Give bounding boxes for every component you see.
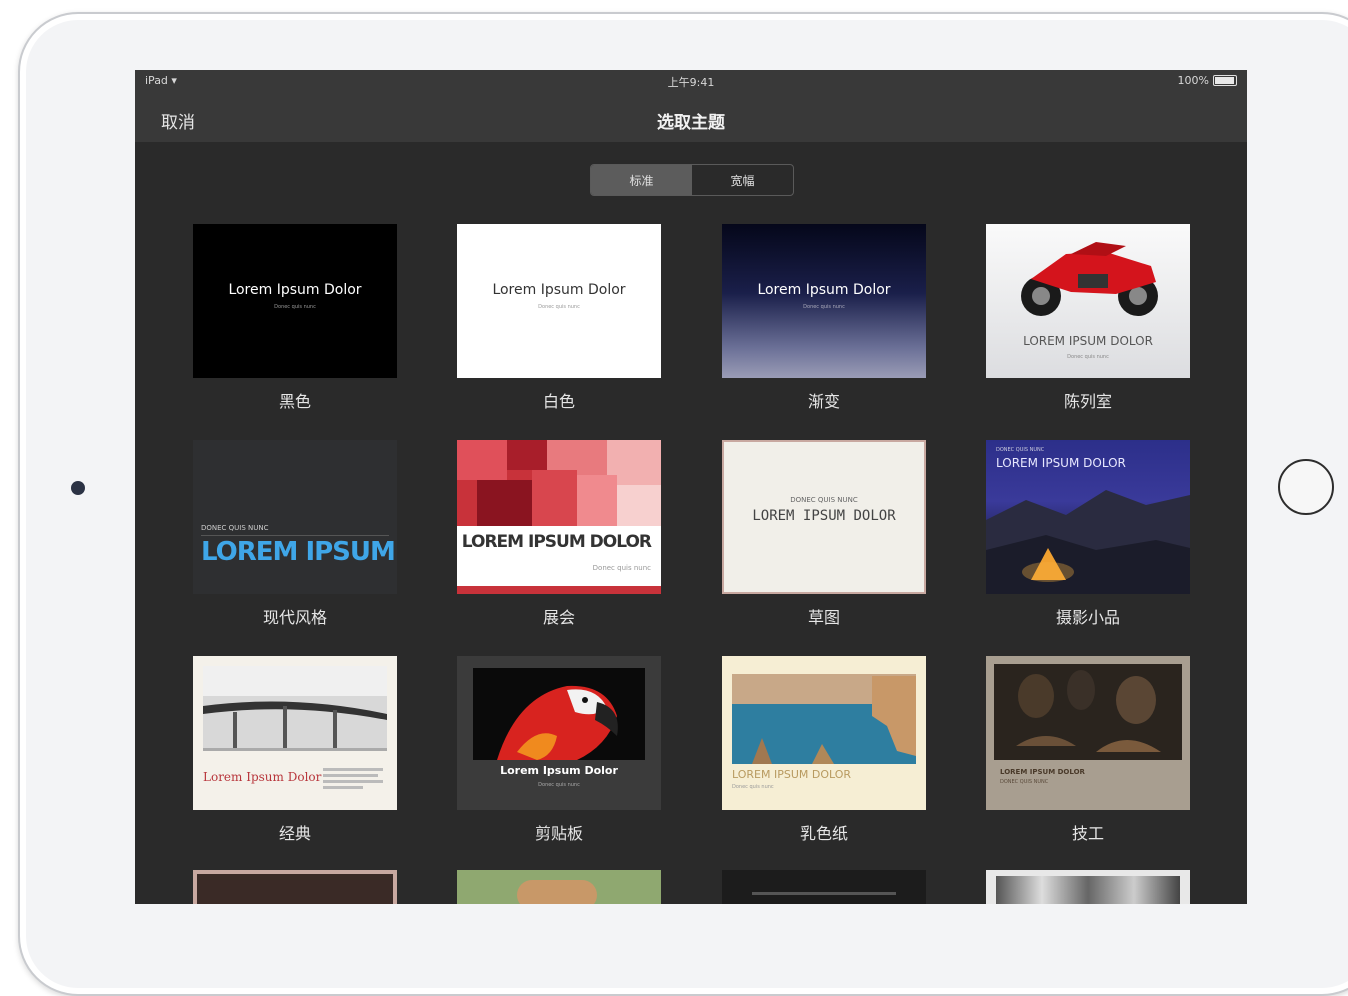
theme-partial-4[interactable] bbox=[986, 870, 1190, 904]
pottery-image bbox=[994, 664, 1182, 760]
thumbnail-subtitle: Donec quis nunc bbox=[538, 782, 580, 788]
accent-bar bbox=[457, 586, 661, 594]
theme-thumbnail[interactable]: LOREM IPSUM DOLOR DONEC QUIS NUNC bbox=[986, 656, 1190, 810]
theme-black[interactable]: Lorem Ipsum Dolor Donec quis nunc 黑色 bbox=[193, 224, 397, 412]
theme-cream-paper[interactable]: LOREM IPSUM DOLOR Donec quis nunc 乳色纸 bbox=[722, 656, 926, 844]
thumbnail-subtitle: Donec quis nunc bbox=[803, 304, 845, 310]
theme-classic[interactable]: Lorem Ipsum Dolor 经典 bbox=[193, 656, 397, 844]
theme-exhibition[interactable]: LOREM IPSUM DOLOR Donec quis nunc 展会 bbox=[457, 440, 661, 628]
theme-thumbnail[interactable]: LOREM IPSUM DOLOR Donec quis nunc bbox=[986, 224, 1190, 378]
theme-gradient[interactable]: Lorem Ipsum Dolor Donec quis nunc 渐变 bbox=[722, 224, 926, 412]
home-button[interactable] bbox=[1278, 459, 1334, 515]
thumbnail-subtitle: DONEC QUIS NUNC bbox=[201, 524, 269, 532]
screen: iPad ▾ 上午9:41 100% 取消 选取主题 标准 宽幅 Lorem I… bbox=[135, 70, 1247, 904]
navigation-bar: iPad ▾ 上午9:41 100% 取消 选取主题 bbox=[135, 70, 1247, 142]
theme-label: 展会 bbox=[542, 608, 575, 627]
theme-label: 摄影小品 bbox=[1055, 608, 1120, 627]
bw-photo-image bbox=[996, 876, 1180, 904]
food-image bbox=[517, 880, 597, 904]
theme-thumbnail[interactable] bbox=[722, 870, 926, 904]
segment-wide[interactable]: 宽幅 bbox=[692, 165, 793, 195]
segment-standard[interactable]: 标准 bbox=[591, 165, 692, 195]
theme-modern[interactable]: DONEC QUIS NUNC LOREM IPSUM 现代风格 bbox=[193, 440, 397, 628]
theme-label: 现代风格 bbox=[262, 608, 327, 627]
theme-label: 草图 bbox=[807, 608, 840, 627]
thumbnail-title: LOREM IPSUM DOLOR bbox=[1000, 768, 1085, 776]
thumbnail-subtitle: Donec quis nunc bbox=[592, 564, 651, 572]
thumbnail-title: LOREM IPSUM DOLOR bbox=[996, 456, 1126, 470]
theme-label: 剪贴板 bbox=[534, 824, 583, 843]
theme-partial-3[interactable] bbox=[722, 870, 926, 904]
theme-partial-1[interactable] bbox=[193, 870, 397, 904]
divider bbox=[752, 892, 896, 895]
aspect-segmented-control: 标准 宽幅 bbox=[590, 164, 794, 196]
theme-thumbnail[interactable]: Lorem Ipsum Dolor Donec quis nunc bbox=[193, 224, 397, 378]
red-mosaic-image bbox=[457, 440, 661, 526]
theme-thumbnail[interactable]: DONEC QUIS NUNC LOREM IPSUM DOLOR bbox=[722, 440, 926, 594]
thumbnail-title: Lorem Ipsum Dolor bbox=[500, 764, 618, 777]
thumbnail-subtitle: DONEC QUIS NUNC bbox=[1000, 779, 1049, 785]
thumbnail-subtitle: Donec quis nunc bbox=[1067, 354, 1109, 360]
theme-partial-2[interactable] bbox=[457, 870, 661, 904]
theme-photo-essay[interactable]: DONEC QUIS NUNC LOREM IPSUM DOLOR 摄影小品 bbox=[986, 440, 1190, 628]
theme-craft[interactable]: LOREM IPSUM DOLOR DONEC QUIS NUNC 技工 bbox=[986, 656, 1190, 844]
battery-icon bbox=[1213, 75, 1237, 86]
front-camera bbox=[71, 481, 85, 495]
theme-label: 黑色 bbox=[278, 392, 311, 411]
theme-thumbnail[interactable]: LOREM IPSUM DOLOR Donec quis nunc bbox=[457, 440, 661, 594]
theme-label: 技工 bbox=[1071, 824, 1104, 843]
theme-thumbnail[interactable]: Lorem Ipsum Dolor Donec quis nunc bbox=[457, 224, 661, 378]
thumbnail-title: LOREM IPSUM DOLOR bbox=[1023, 334, 1153, 348]
status-time: 上午9:41 bbox=[667, 76, 715, 89]
thumbnail-title: LOREM IPSUM bbox=[201, 537, 396, 567]
bridge-image bbox=[203, 666, 387, 789]
theme-thumbnail[interactable] bbox=[457, 870, 661, 904]
theme-thumbnail[interactable] bbox=[193, 870, 397, 904]
theme-label: 经典 bbox=[278, 824, 311, 843]
theme-label: 渐变 bbox=[807, 392, 840, 411]
thumbnail-subtitle: DONEC QUIS NUNC bbox=[996, 447, 1045, 453]
theme-white[interactable]: Lorem Ipsum Dolor Donec quis nunc 白色 bbox=[457, 224, 661, 412]
thumbnail-title: LOREM IPSUM DOLOR bbox=[752, 508, 896, 524]
thumbnail-subtitle: DONEC QUIS NUNC bbox=[790, 496, 858, 504]
theme-label: 白色 bbox=[542, 392, 575, 411]
thumbnail-title: Lorem Ipsum Dolor bbox=[203, 770, 322, 784]
thumbnail-title: Lorem Ipsum Dolor bbox=[757, 282, 891, 298]
thumbnail-title: Lorem Ipsum Dolor bbox=[492, 282, 626, 298]
theme-thumbnail[interactable]: LOREM IPSUM DOLOR Donec quis nunc bbox=[722, 656, 926, 810]
theme-thumbnail[interactable]: DONEC QUIS NUNC LOREM IPSUM DOLOR bbox=[986, 440, 1190, 594]
thumbnail-title: LOREM IPSUM DOLOR bbox=[732, 768, 852, 781]
theme-label: 陈列室 bbox=[1063, 392, 1112, 411]
thumbnail-subtitle: Donec quis nunc bbox=[274, 304, 316, 310]
theme-sketch[interactable]: DONEC QUIS NUNC LOREM IPSUM DOLOR 草图 bbox=[722, 440, 926, 628]
theme-thumbnail[interactable] bbox=[986, 870, 1190, 904]
thumbnail-title: Lorem Ipsum Dolor bbox=[228, 282, 362, 298]
divider bbox=[201, 535, 389, 536]
theme-thumbnail[interactable]: Lorem Ipsum Dolor Donec quis nunc bbox=[722, 224, 926, 378]
thumbnail-subtitle: Donec quis nunc bbox=[538, 304, 580, 310]
theme-clipboard[interactable]: Lorem Ipsum Dolor Donec quis nunc 剪贴板 bbox=[457, 656, 661, 844]
theme-thumbnail[interactable]: Lorem Ipsum Dolor Donec quis nunc bbox=[457, 656, 661, 810]
theme-showroom[interactable]: LOREM IPSUM DOLOR Donec quis nunc 陈列室 bbox=[986, 224, 1190, 412]
theme-thumbnail[interactable]: DONEC QUIS NUNC LOREM IPSUM bbox=[193, 440, 397, 594]
theme-label: 乳色纸 bbox=[799, 824, 848, 843]
thumbnail-subtitle: Donec quis nunc bbox=[732, 784, 774, 790]
page-title: 选取主题 bbox=[657, 113, 725, 133]
theme-thumbnail[interactable]: Lorem Ipsum Dolor bbox=[193, 656, 397, 810]
status-battery: 100% bbox=[1178, 74, 1237, 87]
thumbnail-title: LOREM IPSUM DOLOR bbox=[461, 532, 652, 552]
